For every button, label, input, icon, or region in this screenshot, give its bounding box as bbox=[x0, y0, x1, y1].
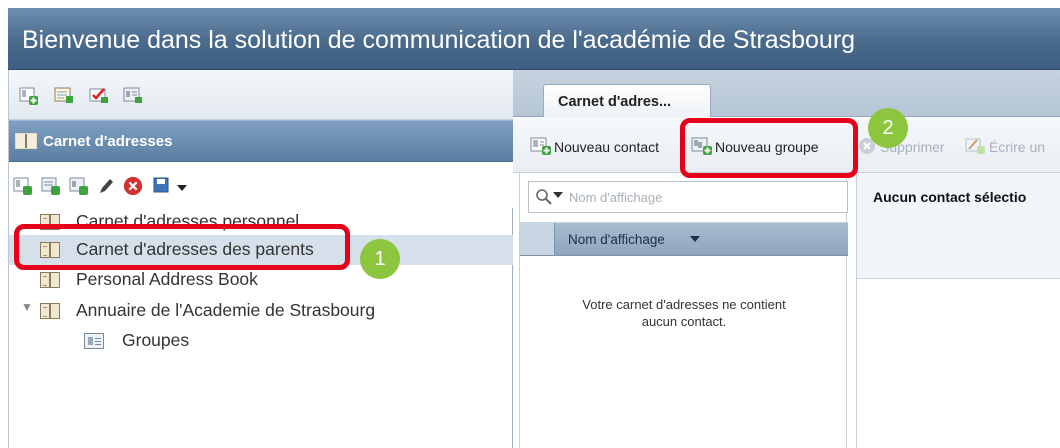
sort-down-icon[interactable] bbox=[690, 236, 700, 242]
tasks-icon[interactable] bbox=[89, 85, 109, 105]
addressbook-panel-header: Carnet d'adresses bbox=[9, 120, 514, 162]
title-bar: Bienvenue dans la solution de communicat… bbox=[8, 8, 1060, 70]
edit-pencil-icon[interactable] bbox=[97, 176, 117, 196]
addressbook-toolbar bbox=[9, 162, 514, 208]
empty-message-line: Votre carnet d'adresses ne contient bbox=[582, 297, 786, 312]
tree-item-label: Groupes bbox=[122, 330, 190, 350]
tab-label: Carnet d'adres... bbox=[558, 94, 672, 110]
write-label: Écrire un bbox=[989, 139, 1046, 155]
tree-item-label: Annuaire de l'Academie de Strasbourg bbox=[76, 300, 376, 320]
search-placeholder: Nom d'affichage bbox=[569, 190, 663, 205]
write-email-icon bbox=[965, 136, 987, 158]
new-contact-button[interactable]: Nouveau contact bbox=[530, 136, 680, 158]
column-header-label: Nom d'affichage bbox=[568, 232, 665, 247]
app-title: Bienvenue dans la solution de communicat… bbox=[22, 26, 856, 54]
tree-item-annuaire[interactable]: ▼ Annuaire de l'Academie de Strasbourg bbox=[9, 296, 514, 326]
expand-triangle-icon[interactable]: ▼ bbox=[21, 300, 33, 314]
tree-item-groupes[interactable]: Groupes bbox=[9, 326, 514, 356]
save-dropdown-icon[interactable] bbox=[153, 176, 173, 196]
column-header[interactable]: Nom d'affichage bbox=[520, 222, 848, 256]
tab-addressbook[interactable]: Carnet d'adres... bbox=[543, 84, 711, 118]
search-icon[interactable] bbox=[535, 188, 553, 211]
main-toolbar bbox=[9, 70, 514, 120]
select-column[interactable] bbox=[520, 223, 555, 255]
callout-highlight-1 bbox=[14, 224, 350, 270]
new-group-icon[interactable] bbox=[69, 176, 89, 196]
empty-message-line: aucun contact. bbox=[641, 314, 727, 329]
new-contact-icon bbox=[530, 136, 552, 159]
addressbook-panel-title: Carnet d'adresses bbox=[43, 133, 173, 150]
groups-icon bbox=[84, 333, 104, 349]
contact-list-pane: Nom d'affichage Nom d'affichage Votre ca… bbox=[519, 173, 848, 448]
new-contact-icon[interactable] bbox=[13, 176, 33, 196]
callout-highlight-2 bbox=[680, 118, 858, 178]
tab-strip: Carnet d'adres... bbox=[513, 70, 1060, 118]
new-contact-icon[interactable] bbox=[19, 86, 39, 106]
addressbook-icon bbox=[40, 272, 60, 288]
search-input[interactable]: Nom d'affichage bbox=[528, 181, 848, 213]
addressbook-icon bbox=[40, 303, 60, 319]
addressbook-icon[interactable] bbox=[123, 85, 143, 105]
tree-item-label: Personal Address Book bbox=[76, 269, 258, 289]
new-contact-label: Nouveau contact bbox=[554, 139, 660, 155]
chevron-down-icon[interactable] bbox=[177, 185, 187, 191]
empty-list-message: Votre carnet d'adresses ne contient aucu… bbox=[540, 296, 828, 330]
new-list-icon[interactable] bbox=[41, 176, 61, 196]
addressbook-header-icon bbox=[15, 133, 37, 149]
no-contact-selected-label: Aucun contact sélectio bbox=[873, 189, 1027, 205]
contact-detail-pane: Aucun contact sélectio bbox=[856, 173, 1060, 448]
compose-icon[interactable] bbox=[54, 85, 74, 105]
step-badge-2: 2 bbox=[868, 108, 908, 148]
write-button[interactable]: Écrire un bbox=[965, 136, 1060, 158]
detail-header: Aucun contact sélectio bbox=[857, 173, 1060, 279]
delete-icon[interactable] bbox=[123, 176, 143, 196]
step-badge-1: 1 bbox=[360, 239, 400, 279]
chevron-down-icon[interactable] bbox=[553, 192, 563, 198]
